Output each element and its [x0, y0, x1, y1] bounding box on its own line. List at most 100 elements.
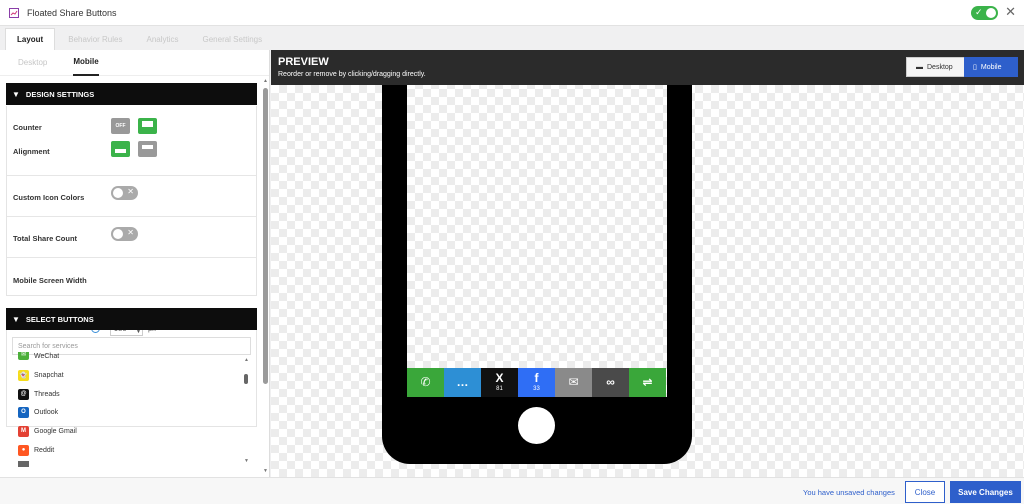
design-settings-body: Counter OFF Alignment Custom Icon Colors…	[6, 106, 257, 296]
service-label: Reddit	[34, 446, 55, 454]
phone-home-button	[518, 407, 555, 444]
x-logo-icon: X	[495, 371, 504, 385]
share-button-facebook[interactable]: f 33	[518, 368, 555, 397]
select-buttons-header[interactable]: ▼ SELECT BUTTONS	[6, 308, 257, 330]
monitor-icon: ▬	[916, 63, 923, 71]
divider	[7, 216, 256, 217]
service-list-scrollbar[interactable]	[244, 374, 248, 384]
service-item-outlook[interactable]: O Outlook	[18, 405, 58, 419]
mobile-view-button[interactable]: ▯ Mobile	[964, 57, 1018, 77]
gmail-icon: M	[18, 425, 29, 437]
sub-tab-desktop[interactable]: Desktop	[18, 50, 47, 76]
more-share-icon: ⇌	[642, 375, 653, 389]
main-tabs: Layout Behavior Rules Analytics General …	[0, 26, 1024, 50]
close-button[interactable]: Close	[905, 481, 945, 503]
wechat-icon: ✉	[18, 352, 29, 360]
reddit-icon: ●	[18, 444, 29, 456]
outlook-icon: O	[18, 406, 29, 418]
phone-mockup: ✆ … X 81 f 33 ✉ ∞ ⇌	[382, 85, 692, 464]
share-count: 33	[533, 386, 540, 392]
device-sub-tabs: Desktop Mobile	[0, 50, 269, 76]
unsaved-changes-notice: You have unsaved changes	[803, 488, 895, 497]
share-button-bar: ✆ … X 81 f 33 ✉ ∞ ⇌	[407, 368, 667, 397]
toggle-knob	[113, 229, 123, 239]
desktop-view-button[interactable]: ▬ Desktop	[906, 57, 965, 77]
panel-scroll-up-icon[interactable]: ▲	[263, 78, 268, 84]
list-scroll-down-icon[interactable]: ▼	[244, 458, 249, 464]
tab-general-settings[interactable]: General Settings	[192, 28, 274, 50]
settings-panel-scrollbar[interactable]	[263, 88, 268, 384]
plugin-enabled-toggle[interactable]: ✓	[971, 6, 998, 20]
service-item-wechat[interactable]: ✉ WeChat	[18, 352, 59, 360]
desktop-view-label: Desktop	[927, 63, 953, 71]
design-settings-title: DESIGN SETTINGS	[25, 89, 95, 99]
share-button-sms[interactable]: …	[444, 368, 481, 397]
title-bar: Floated Share Buttons	[0, 0, 1024, 26]
tab-analytics[interactable]: Analytics	[135, 28, 189, 50]
x-icon: ✕	[127, 228, 134, 237]
check-icon: ✓	[975, 7, 983, 17]
service-icon	[18, 461, 29, 467]
service-label: Snapchat	[34, 371, 64, 379]
counter-off-option[interactable]: OFF	[111, 118, 130, 134]
tab-behavior-rules[interactable]: Behavior Rules	[57, 28, 133, 50]
service-label: Outlook	[34, 408, 59, 416]
preview-subtitle: Reorder or remove by clicking/dragging d…	[278, 71, 426, 78]
toggle-knob	[986, 8, 996, 18]
divider	[7, 257, 256, 258]
x-icon: ✕	[127, 187, 134, 196]
alignment-label: Alignment	[13, 147, 50, 156]
list-scroll-up-icon[interactable]: ▲	[244, 357, 249, 363]
counter-on-option[interactable]	[138, 118, 157, 134]
footer-bar: You have unsaved changes Close Save Chan…	[0, 477, 1024, 504]
panel-scroll-down-icon[interactable]: ▼	[263, 468, 268, 474]
phone-icon: ▯	[973, 64, 977, 71]
share-count: 81	[496, 386, 503, 392]
service-label: Threads	[34, 390, 60, 398]
tab-layout[interactable]: Layout	[5, 28, 56, 50]
service-label: Google Gmail	[34, 427, 77, 435]
service-item-partial	[18, 461, 34, 467]
select-buttons-title: SELECT BUTTONS	[25, 314, 94, 324]
facebook-icon: f	[534, 371, 539, 385]
share-button-email[interactable]: ✉	[555, 368, 592, 397]
sms-icon: …	[456, 375, 469, 389]
sub-tab-mobile[interactable]: Mobile	[73, 50, 99, 76]
preview-header: PREVIEW Reorder or remove by clicking/dr…	[271, 50, 1024, 85]
service-item-reddit[interactable]: ● Reddit	[18, 443, 54, 457]
counter-label: Counter	[13, 123, 42, 132]
preview-title: PREVIEW	[278, 56, 329, 68]
envelope-icon: ✉	[568, 375, 579, 389]
window-title: Floated Share Buttons	[27, 7, 117, 18]
chevron-down-icon: ▼	[12, 89, 20, 99]
phone-screen: ✆ … X 81 f 33 ✉ ∞ ⇌	[407, 85, 667, 397]
preview-canvas: ✆ … X 81 f 33 ✉ ∞ ⇌	[271, 85, 1024, 477]
share-button-more[interactable]: ⇌	[629, 368, 666, 397]
design-settings-header[interactable]: ▼ DESIGN SETTINGS	[6, 83, 257, 105]
share-button-whatsapp[interactable]: ✆	[407, 368, 444, 397]
save-changes-button[interactable]: Save Changes	[950, 481, 1021, 503]
custom-icon-colors-label: Custom Icon Colors	[13, 193, 85, 202]
share-button-copy-link[interactable]: ∞	[592, 368, 629, 397]
toggle-knob	[113, 188, 123, 198]
divider	[7, 175, 256, 176]
total-share-count-toggle[interactable]: ✕	[111, 227, 138, 241]
close-icon[interactable]: ✕	[1005, 4, 1016, 20]
custom-icon-colors-toggle[interactable]: ✕	[111, 186, 138, 200]
service-item-threads[interactable]: @ Threads	[18, 387, 60, 401]
total-share-count-label: Total Share Count	[13, 234, 78, 243]
service-label: WeChat	[34, 353, 60, 360]
service-item-snapchat[interactable]: 👻 Snapchat	[18, 368, 64, 382]
link-icon: ∞	[606, 375, 615, 389]
alignment-bottom-option[interactable]	[111, 141, 130, 157]
alignment-top-option[interactable]	[138, 141, 157, 157]
mobile-screen-width-label: Mobile Screen Width	[13, 276, 87, 285]
whatsapp-icon: ✆	[420, 375, 431, 389]
chevron-down-icon: ▼	[12, 314, 20, 324]
mobile-view-label: Mobile	[980, 63, 1002, 71]
share-button-x[interactable]: X 81	[481, 368, 518, 397]
threads-icon: @	[18, 388, 29, 400]
service-item-google-gmail[interactable]: M Google Gmail	[18, 424, 77, 438]
snapchat-icon: 👻	[18, 369, 29, 381]
share-chart-icon	[9, 7, 19, 18]
